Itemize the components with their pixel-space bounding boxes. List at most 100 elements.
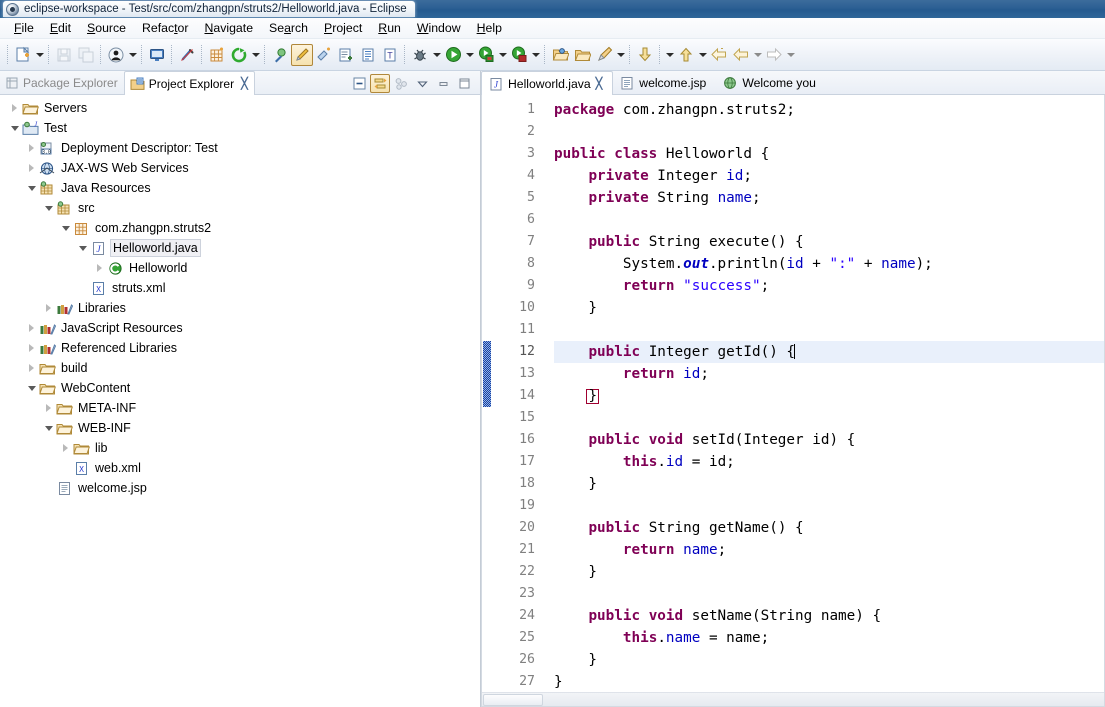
tree-item[interactable]: Helloworld xyxy=(0,258,480,278)
code-line[interactable]: this.name = name; xyxy=(554,627,1104,649)
pencil-search-icon[interactable] xyxy=(593,44,615,66)
code-line[interactable] xyxy=(554,407,1104,429)
menu-project[interactable]: Project xyxy=(316,19,370,38)
chevron-right-icon[interactable] xyxy=(25,138,38,158)
menu-help[interactable]: Help xyxy=(469,19,510,38)
next-annotation-dropdown-icon[interactable] xyxy=(664,44,675,66)
tree-item[interactable]: WebContent xyxy=(0,378,480,398)
menu-navigate[interactable]: Navigate xyxy=(196,19,261,38)
tree-item[interactable]: Libraries xyxy=(0,298,480,318)
tree-item[interactable]: Java Resources xyxy=(0,178,480,198)
code-line[interactable]: } xyxy=(554,649,1104,671)
run-server-icon[interactable] xyxy=(475,44,497,66)
code-line[interactable]: public class Helloworld { xyxy=(554,143,1104,165)
chevron-right-icon[interactable] xyxy=(25,338,38,358)
new-class-icon[interactable] xyxy=(335,44,357,66)
chevron-right-icon[interactable] xyxy=(25,158,38,178)
code-line[interactable]: public Integer getId() { xyxy=(554,341,1104,363)
annotation-icon[interactable]: T xyxy=(379,44,401,66)
code-text[interactable]: package com.zhangpn.struts2; public class… xyxy=(538,95,1104,706)
new-file-icon[interactable] xyxy=(12,44,34,66)
link-broken-icon[interactable] xyxy=(176,44,198,66)
pencil-search-dropdown-icon[interactable] xyxy=(615,44,626,66)
code-line[interactable]: System.out.println(id + ":" + name); xyxy=(554,253,1104,275)
run-server-dropdown-icon[interactable] xyxy=(497,44,508,66)
code-line[interactable]: } xyxy=(554,473,1104,495)
code-line[interactable] xyxy=(554,319,1104,341)
tab-package-explorer[interactable]: Package Explorer xyxy=(0,71,124,94)
back-arrow-outline-icon[interactable] xyxy=(730,44,752,66)
code-line[interactable]: this.id = id; xyxy=(554,451,1104,473)
code-line[interactable]: return id; xyxy=(554,363,1104,385)
menu-run[interactable]: Run xyxy=(370,19,409,38)
arrow-down-yellow-icon[interactable] xyxy=(634,44,656,66)
forward-dropdown-icon[interactable] xyxy=(785,44,796,66)
menu-window[interactable]: Window xyxy=(409,19,469,38)
scrollbar-thumb[interactable] xyxy=(483,694,543,706)
console-icon[interactable] xyxy=(146,44,168,66)
run-green-icon[interactable] xyxy=(442,44,464,66)
tree-item[interactable]: Servers xyxy=(0,98,480,118)
tree-item[interactable]: com.zhangpn.struts2 xyxy=(0,218,480,238)
new-file-dropdown-icon[interactable] xyxy=(34,44,45,66)
code-line[interactable]: private String name; xyxy=(554,187,1104,209)
tree-item[interactable]: J Helloworld.java xyxy=(0,238,480,258)
code-line[interactable] xyxy=(554,121,1104,143)
source-editor[interactable]: 1 2 3 4 5 6 7 8 9 10 11 12 13 14 15 16 17 18 19 20 21 22 23 24 2… xyxy=(481,95,1105,707)
code-line[interactable] xyxy=(554,495,1104,517)
minimize-icon[interactable] xyxy=(433,74,453,93)
code-line[interactable]: public void setName(String name) { xyxy=(554,605,1104,627)
tree-item[interactable]: J Test xyxy=(0,118,480,138)
tree-item[interactable]: welcome.jsp xyxy=(0,478,480,498)
code-line[interactable] xyxy=(554,583,1104,605)
person-icon[interactable] xyxy=(105,44,127,66)
menu-file[interactable]: File xyxy=(6,19,42,38)
tree-item[interactable]: Xweb.xml xyxy=(0,458,480,478)
back-arrow-icon[interactable] xyxy=(708,44,730,66)
prev-annotation-dropdown-icon[interactable] xyxy=(697,44,708,66)
tree-item[interactable]: build xyxy=(0,358,480,378)
menu-refactor[interactable]: Refactor xyxy=(134,19,196,38)
chevron-down-icon[interactable] xyxy=(412,74,432,93)
chevron-down-icon[interactable] xyxy=(59,218,72,238)
tree-item[interactable]: src xyxy=(0,198,480,218)
arrow-up-yellow-icon[interactable] xyxy=(675,44,697,66)
tree-item[interactable]: Xstruts.xml xyxy=(0,278,480,298)
code-line[interactable]: public void setId(Integer id) { xyxy=(554,429,1104,451)
stop-server-icon[interactable] xyxy=(508,44,530,66)
chevron-right-icon[interactable] xyxy=(42,398,55,418)
code-line[interactable]: return name; xyxy=(554,539,1104,561)
editor-tab-helloworld-java[interactable]: J Helloworld.java ╳ xyxy=(481,71,614,95)
open-type-icon[interactable] xyxy=(269,44,291,66)
tree-item[interactable]: 3.0 Deployment Descriptor: Test xyxy=(0,138,480,158)
tree-item[interactable]: lib xyxy=(0,438,480,458)
code-line[interactable]: return "success"; xyxy=(554,275,1104,297)
chevron-down-icon[interactable] xyxy=(25,178,38,198)
code-line[interactable]: } xyxy=(554,385,1104,407)
code-line[interactable]: public String getName() { xyxy=(554,517,1104,539)
save-all-icon[interactable] xyxy=(75,44,97,66)
chevron-right-icon[interactable] xyxy=(93,258,106,278)
new-interface-icon[interactable] xyxy=(357,44,379,66)
package-icon[interactable] xyxy=(206,44,228,66)
save-icon[interactable] xyxy=(53,44,75,66)
chevron-right-icon[interactable] xyxy=(25,318,38,338)
chevron-right-icon[interactable] xyxy=(42,298,55,318)
code-line[interactable]: package com.zhangpn.struts2; xyxy=(554,99,1104,121)
tree-item[interactable]: JavaScript Resources xyxy=(0,318,480,338)
chevron-down-icon[interactable] xyxy=(42,418,55,438)
tree-item[interactable]: JAX-WS Web Services xyxy=(0,158,480,178)
collapse-all-icon[interactable] xyxy=(349,74,369,93)
editor-tab-welcome-jsp[interactable]: welcome.jsp xyxy=(613,71,716,94)
maximize-icon[interactable] xyxy=(454,74,474,93)
close-icon[interactable]: ╳ xyxy=(241,77,248,90)
horizontal-scrollbar[interactable] xyxy=(482,692,1104,706)
tree-item[interactable]: META-INF xyxy=(0,398,480,418)
code-line[interactable] xyxy=(554,209,1104,231)
forward-arrow-icon[interactable] xyxy=(763,44,785,66)
chevron-down-icon[interactable] xyxy=(25,378,38,398)
close-icon[interactable]: ╳ xyxy=(596,77,603,90)
menu-source[interactable]: Source xyxy=(79,19,134,38)
stop-server-dropdown-icon[interactable] xyxy=(530,44,541,66)
chevron-down-icon[interactable] xyxy=(42,198,55,218)
